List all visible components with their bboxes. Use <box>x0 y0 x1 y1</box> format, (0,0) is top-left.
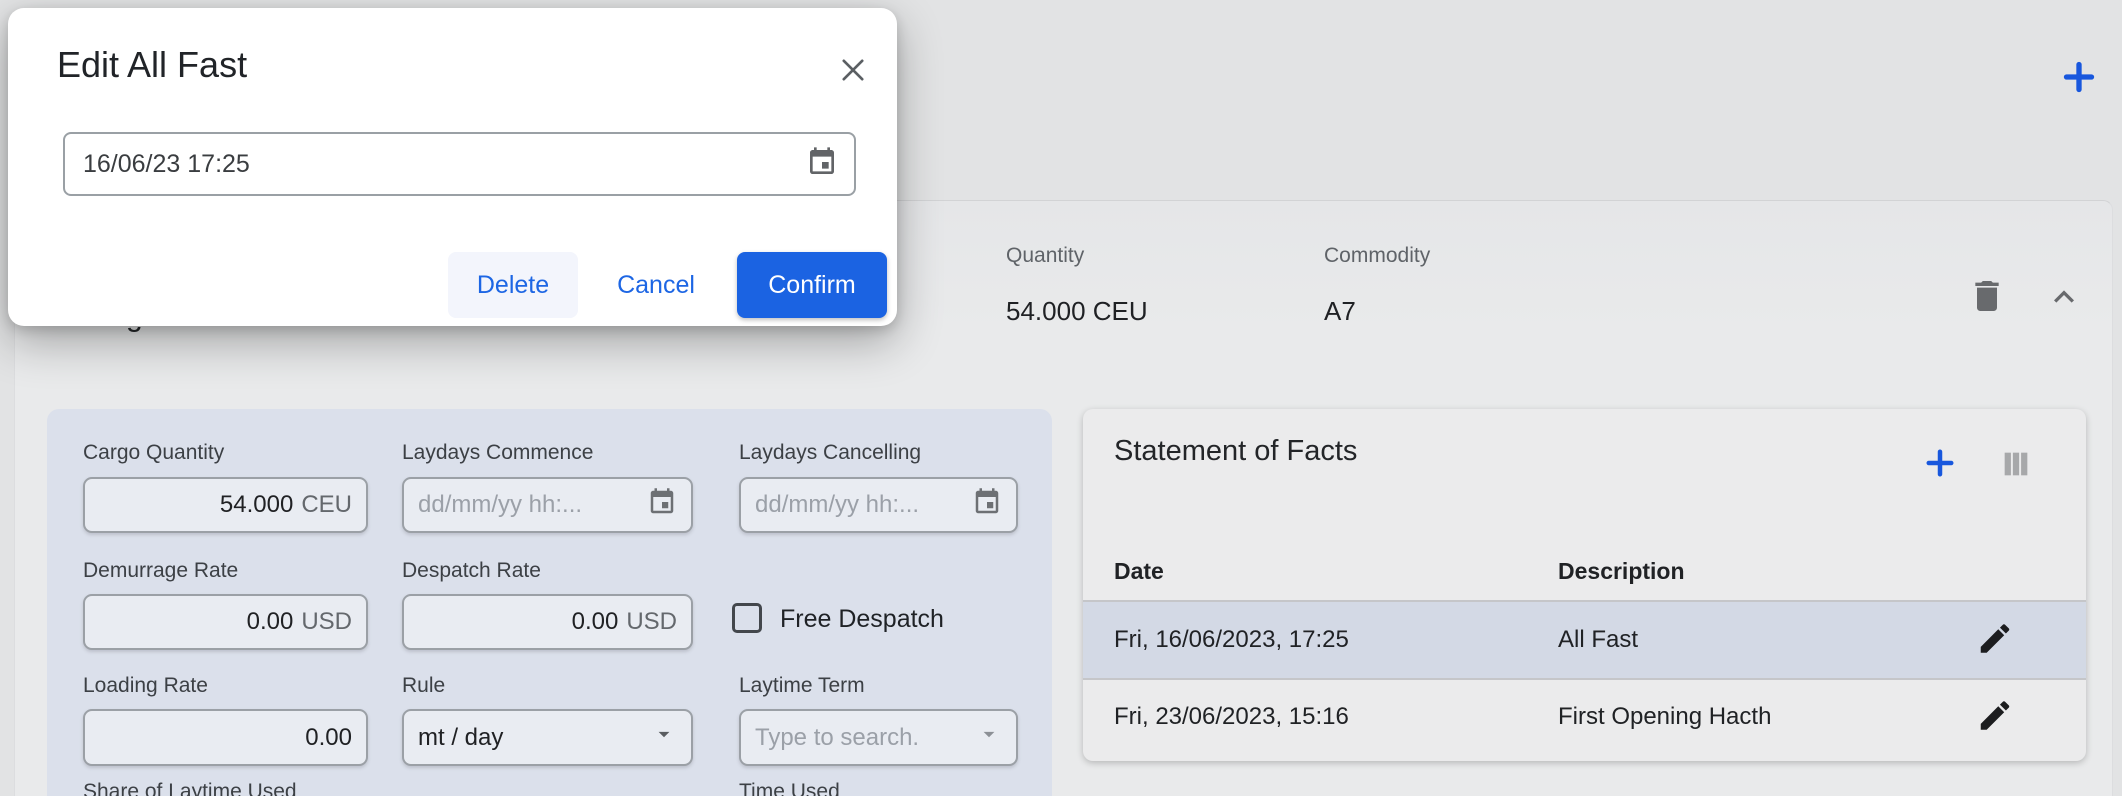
pencil-icon <box>1976 620 2014 661</box>
laytime-term-placeholder: Type to search. <box>755 724 919 752</box>
cargo-form-panel: Cargo Quantity 54.000 CEU Laydays Commen… <box>47 409 1052 796</box>
cargo-quantity-field[interactable]: 54.000 CEU <box>83 477 368 533</box>
calendar-icon <box>806 146 838 183</box>
chevron-up-icon <box>2044 277 2084 320</box>
rule-select[interactable]: mt / day <box>402 709 693 766</box>
sof-table-header: Date Description <box>1083 541 2086 601</box>
free-despatch-checkbox[interactable] <box>732 603 762 633</box>
collapse-section-button[interactable] <box>2043 277 2085 319</box>
trash-icon <box>1967 276 2007 319</box>
edit-row-button[interactable] <box>1976 697 2014 738</box>
demurrage-rate-value: 0.00 <box>247 608 294 636</box>
free-despatch-label: Free Despatch <box>780 605 944 634</box>
commodity-value: A7 <box>1324 296 1356 327</box>
laydays-cancelling-label: Laydays Cancelling <box>739 441 921 465</box>
plus-icon <box>2059 57 2099 100</box>
dialog-close-button[interactable] <box>834 52 872 90</box>
row-description: All Fast <box>1558 626 1638 654</box>
cargo-quantity-label: Cargo Quantity <box>83 441 224 465</box>
caret-down-icon <box>976 721 1002 754</box>
calendar-icon <box>972 487 1002 524</box>
cargo-quantity-value: 54.000 <box>220 491 293 519</box>
laydays-cancelling-field[interactable]: dd/mm/yy hh:... <box>739 477 1018 533</box>
dialog-title: Edit All Fast <box>57 44 247 86</box>
page: Quantity 54.000 CEU Commodity A7 g Cargo… <box>0 0 2122 796</box>
hidden-heading-fragment: g <box>126 327 166 345</box>
delete-button[interactable]: Delete <box>448 252 578 318</box>
laytime-term-label: Laytime Term <box>739 674 865 698</box>
rule-label: Rule <box>402 674 445 698</box>
statement-of-facts-card: Statement of Facts Date Description Fri,… <box>1083 409 2086 761</box>
despatch-rate-field[interactable]: 0.00 USD <box>402 594 693 650</box>
laydays-commence-label: Laydays Commence <box>402 441 593 465</box>
cancel-button[interactable]: Cancel <box>611 252 701 318</box>
datetime-field[interactable]: 16/06/23 17:25 <box>63 132 856 196</box>
columns-icon <box>1999 447 2033 484</box>
sof-add-button[interactable] <box>1921 445 1959 483</box>
cargo-quantity-unit: CEU <box>301 491 352 519</box>
despatch-rate-label: Despatch Rate <box>402 559 541 583</box>
laydays-commence-field[interactable]: dd/mm/yy hh:... <box>402 477 693 533</box>
quantity-label: Quantity <box>1006 244 1084 268</box>
loading-rate-value: 0.00 <box>305 724 352 752</box>
demurrage-rate-label: Demurrage Rate <box>83 559 238 583</box>
sof-title: Statement of Facts <box>1114 435 1357 468</box>
edit-all-fast-dialog: Edit All Fast 16/06/23 17:25 Delete Canc… <box>8 8 897 326</box>
sof-header-description: Description <box>1558 558 1685 585</box>
rule-value: mt / day <box>418 724 503 752</box>
loading-rate-label: Loading Rate <box>83 674 208 698</box>
time-used-label: Time Used <box>739 780 840 796</box>
laytime-term-select[interactable]: Type to search. <box>739 709 1018 766</box>
add-button[interactable] <box>2059 58 2099 98</box>
edit-row-button[interactable] <box>1976 620 2014 661</box>
row-date: Fri, 16/06/2023, 17:25 <box>1114 626 1349 654</box>
delete-cargo-button[interactable] <box>1966 276 2008 318</box>
caret-down-icon <box>651 721 677 754</box>
sof-columns-button[interactable] <box>1998 447 2034 483</box>
calendar-icon <box>647 487 677 524</box>
commodity-label: Commodity <box>1324 244 1430 268</box>
row-date: Fri, 23/06/2023, 15:16 <box>1114 703 1349 731</box>
share-of-laytime-used-label: Share of Laytime Used <box>83 780 297 796</box>
pencil-icon <box>1976 697 2014 738</box>
plus-icon <box>1922 445 1958 484</box>
laydays-commence-placeholder: dd/mm/yy hh:... <box>418 491 582 519</box>
despatch-rate-value: 0.00 <box>572 608 619 636</box>
confirm-button[interactable]: Confirm <box>737 252 887 318</box>
demurrage-rate-unit: USD <box>301 608 352 636</box>
sof-row-first-opening[interactable]: Fri, 23/06/2023, 15:16 First Opening Hac… <box>1083 680 2086 754</box>
quantity-value: 54.000 CEU <box>1006 296 1148 327</box>
demurrage-rate-field[interactable]: 0.00 USD <box>83 594 368 650</box>
despatch-rate-unit: USD <box>626 608 677 636</box>
loading-rate-field[interactable]: 0.00 <box>83 709 368 766</box>
sof-header-date: Date <box>1114 558 1164 585</box>
sof-row-all-fast[interactable]: Fri, 16/06/2023, 17:25 All Fast <box>1083 602 2086 678</box>
close-icon <box>836 53 870 90</box>
datetime-value: 16/06/23 17:25 <box>83 150 250 179</box>
row-description: First Opening Hacth <box>1558 703 1771 731</box>
laydays-cancelling-placeholder: dd/mm/yy hh:... <box>755 491 919 519</box>
